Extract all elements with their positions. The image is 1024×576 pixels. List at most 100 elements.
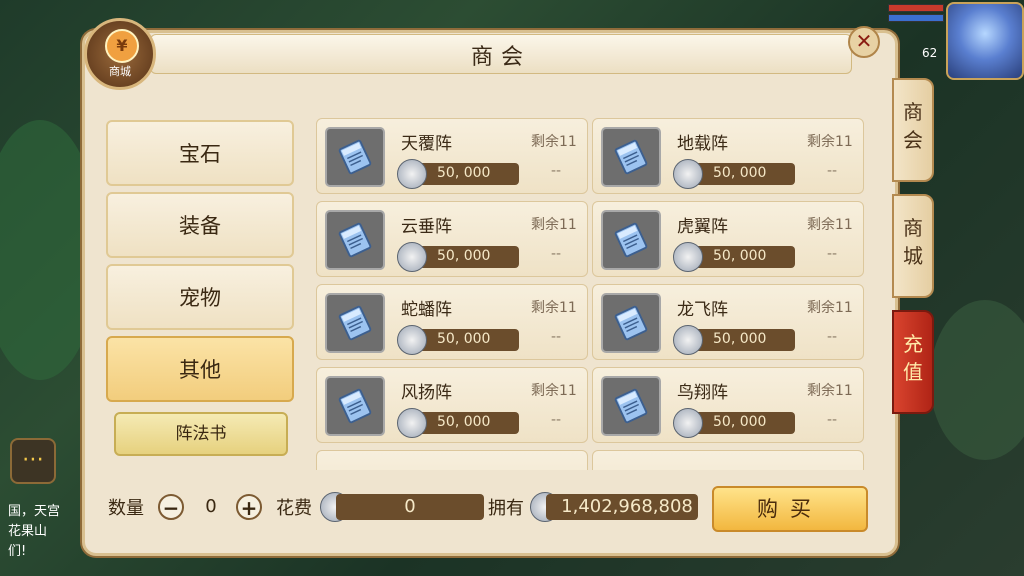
formation-book-icon (612, 138, 650, 176)
item-discount: -- (551, 163, 562, 179)
item-remaining: 剩余11 (807, 134, 853, 150)
item-name: 龙飞阵 (677, 300, 728, 320)
item-icon-frame (601, 376, 661, 436)
item-price: 50, 000 (437, 248, 491, 264)
item-name: 风扬阵 (401, 383, 452, 403)
item-price: 50, 000 (437, 331, 491, 347)
item-name: 云垂阵 (401, 217, 452, 237)
item-card[interactable]: 蛇蟠阵 剩余11 50, 000 -- (316, 284, 588, 360)
item-remaining: 剩余11 (531, 383, 577, 399)
item-discount: -- (827, 246, 838, 262)
formation-book-icon (336, 221, 374, 259)
chat-bubble-icon[interactable]: ⋯ (10, 438, 56, 484)
item-price-bar: 50, 000 (689, 329, 795, 351)
item-price: 50, 000 (437, 414, 491, 430)
item-icon-frame (601, 210, 661, 270)
decrease-quantity-button[interactable]: − (158, 494, 184, 520)
item-icon-frame (325, 127, 385, 187)
silver-coin-icon (673, 325, 703, 355)
category-other[interactable]: 其他 (106, 336, 294, 402)
item-remaining: 剩余11 (531, 134, 577, 150)
silver-coin-icon (673, 408, 703, 438)
silver-coin-icon (397, 408, 427, 438)
item-price-bar: 50, 000 (413, 163, 519, 185)
title-bar: 商会 (150, 34, 852, 74)
item-icon-frame (325, 210, 385, 270)
item-remaining: 剩余11 (531, 300, 577, 316)
item-price: 50, 000 (437, 165, 491, 181)
chat-line: 国，天宫 (8, 504, 61, 519)
close-icon[interactable]: ✕ (848, 26, 880, 58)
player-avatar[interactable]: 62 (922, 2, 1024, 80)
item-icon-frame (325, 376, 385, 436)
subcategory-formation-book[interactable]: 阵法书 (114, 412, 288, 456)
buy-button[interactable]: 购买 (712, 486, 868, 532)
item-discount: -- (827, 329, 838, 345)
silver-coin-icon (397, 325, 427, 355)
item-card[interactable]: 地载阵 剩余11 50, 000 -- (592, 118, 864, 194)
item-grid: 天覆阵 剩余11 50, 000 -- 地载阵 剩余11 50, 000 -- 云垂阵 剩余11 5… (316, 118, 868, 470)
item-card-partial[interactable] (316, 450, 588, 470)
cost-value: 0 (404, 496, 416, 517)
cost-label: 花费 (276, 498, 312, 519)
silver-coin-icon (397, 159, 427, 189)
item-price-bar: 50, 000 (413, 246, 519, 268)
player-level: 62 (922, 46, 938, 60)
category-equipment[interactable]: 装备 (106, 192, 294, 258)
item-card[interactable]: 天覆阵 剩余11 50, 000 -- (316, 118, 588, 194)
formation-book-icon (336, 387, 374, 425)
silver-coin-icon (673, 242, 703, 272)
formation-book-icon (612, 387, 650, 425)
item-price: 50, 000 (713, 331, 767, 347)
formation-book-icon (336, 138, 374, 176)
item-name: 鸟翔阵 (677, 383, 728, 403)
item-price-bar: 50, 000 (689, 163, 795, 185)
item-price: 50, 000 (713, 248, 767, 264)
item-icon-frame (601, 127, 661, 187)
item-price: 50, 000 (713, 414, 767, 430)
quantity-label: 数量 (108, 498, 144, 519)
owned-value: 1,402,968,808 (561, 496, 693, 517)
tab-mall[interactable]: 商城 (892, 194, 934, 298)
item-card[interactable]: 云垂阵 剩余11 50, 000 -- (316, 201, 588, 277)
item-price-bar: 50, 000 (689, 412, 795, 434)
item-icon-frame (325, 293, 385, 353)
silver-coin-icon (673, 159, 703, 189)
formation-book-icon (612, 304, 650, 342)
item-card[interactable]: 虎翼阵 剩余11 50, 000 -- (592, 201, 864, 277)
item-name: 地载阵 (677, 134, 728, 154)
formation-book-icon (336, 304, 374, 342)
shop-logo-label: 商城 (109, 65, 131, 78)
category-gem[interactable]: 宝石 (106, 120, 294, 186)
item-card[interactable]: 鸟翔阵 剩余11 50, 000 -- (592, 367, 864, 443)
item-discount: -- (551, 329, 562, 345)
increase-quantity-button[interactable]: + (236, 494, 262, 520)
shop-logo: ¥ 商城 (84, 18, 156, 90)
item-discount: -- (551, 246, 562, 262)
category-pet[interactable]: 宠物 (106, 264, 294, 330)
background-foliage (930, 300, 1024, 460)
item-remaining: 剩余11 (531, 217, 577, 233)
cost-field: 0 (336, 494, 484, 520)
item-price-bar: 50, 000 (413, 412, 519, 434)
item-card-partial[interactable] (592, 450, 864, 470)
item-discount: -- (827, 163, 838, 179)
owned-field: 1,402,968,808 (546, 494, 698, 520)
silver-coin-icon (397, 242, 427, 272)
item-icon-frame (601, 293, 661, 353)
formation-book-icon (612, 221, 650, 259)
item-card[interactable]: 风扬阵 剩余11 50, 000 -- (316, 367, 588, 443)
item-name: 虎翼阵 (677, 217, 728, 237)
item-price: 50, 000 (713, 165, 767, 181)
tab-merchant-guild[interactable]: 商会 (892, 78, 934, 182)
tab-recharge[interactable]: 充值 (892, 310, 934, 414)
item-card[interactable]: 龙飞阵 剩余11 50, 000 -- (592, 284, 864, 360)
chat-line: 们! (8, 544, 27, 559)
item-name: 蛇蟠阵 (401, 300, 452, 320)
chat-line: 花果山 (8, 524, 48, 539)
item-remaining: 剩余11 (807, 217, 853, 233)
item-discount: -- (827, 412, 838, 428)
item-name: 天覆阵 (401, 134, 452, 154)
item-price-bar: 50, 000 (689, 246, 795, 268)
owned-label: 拥有 (488, 498, 524, 519)
